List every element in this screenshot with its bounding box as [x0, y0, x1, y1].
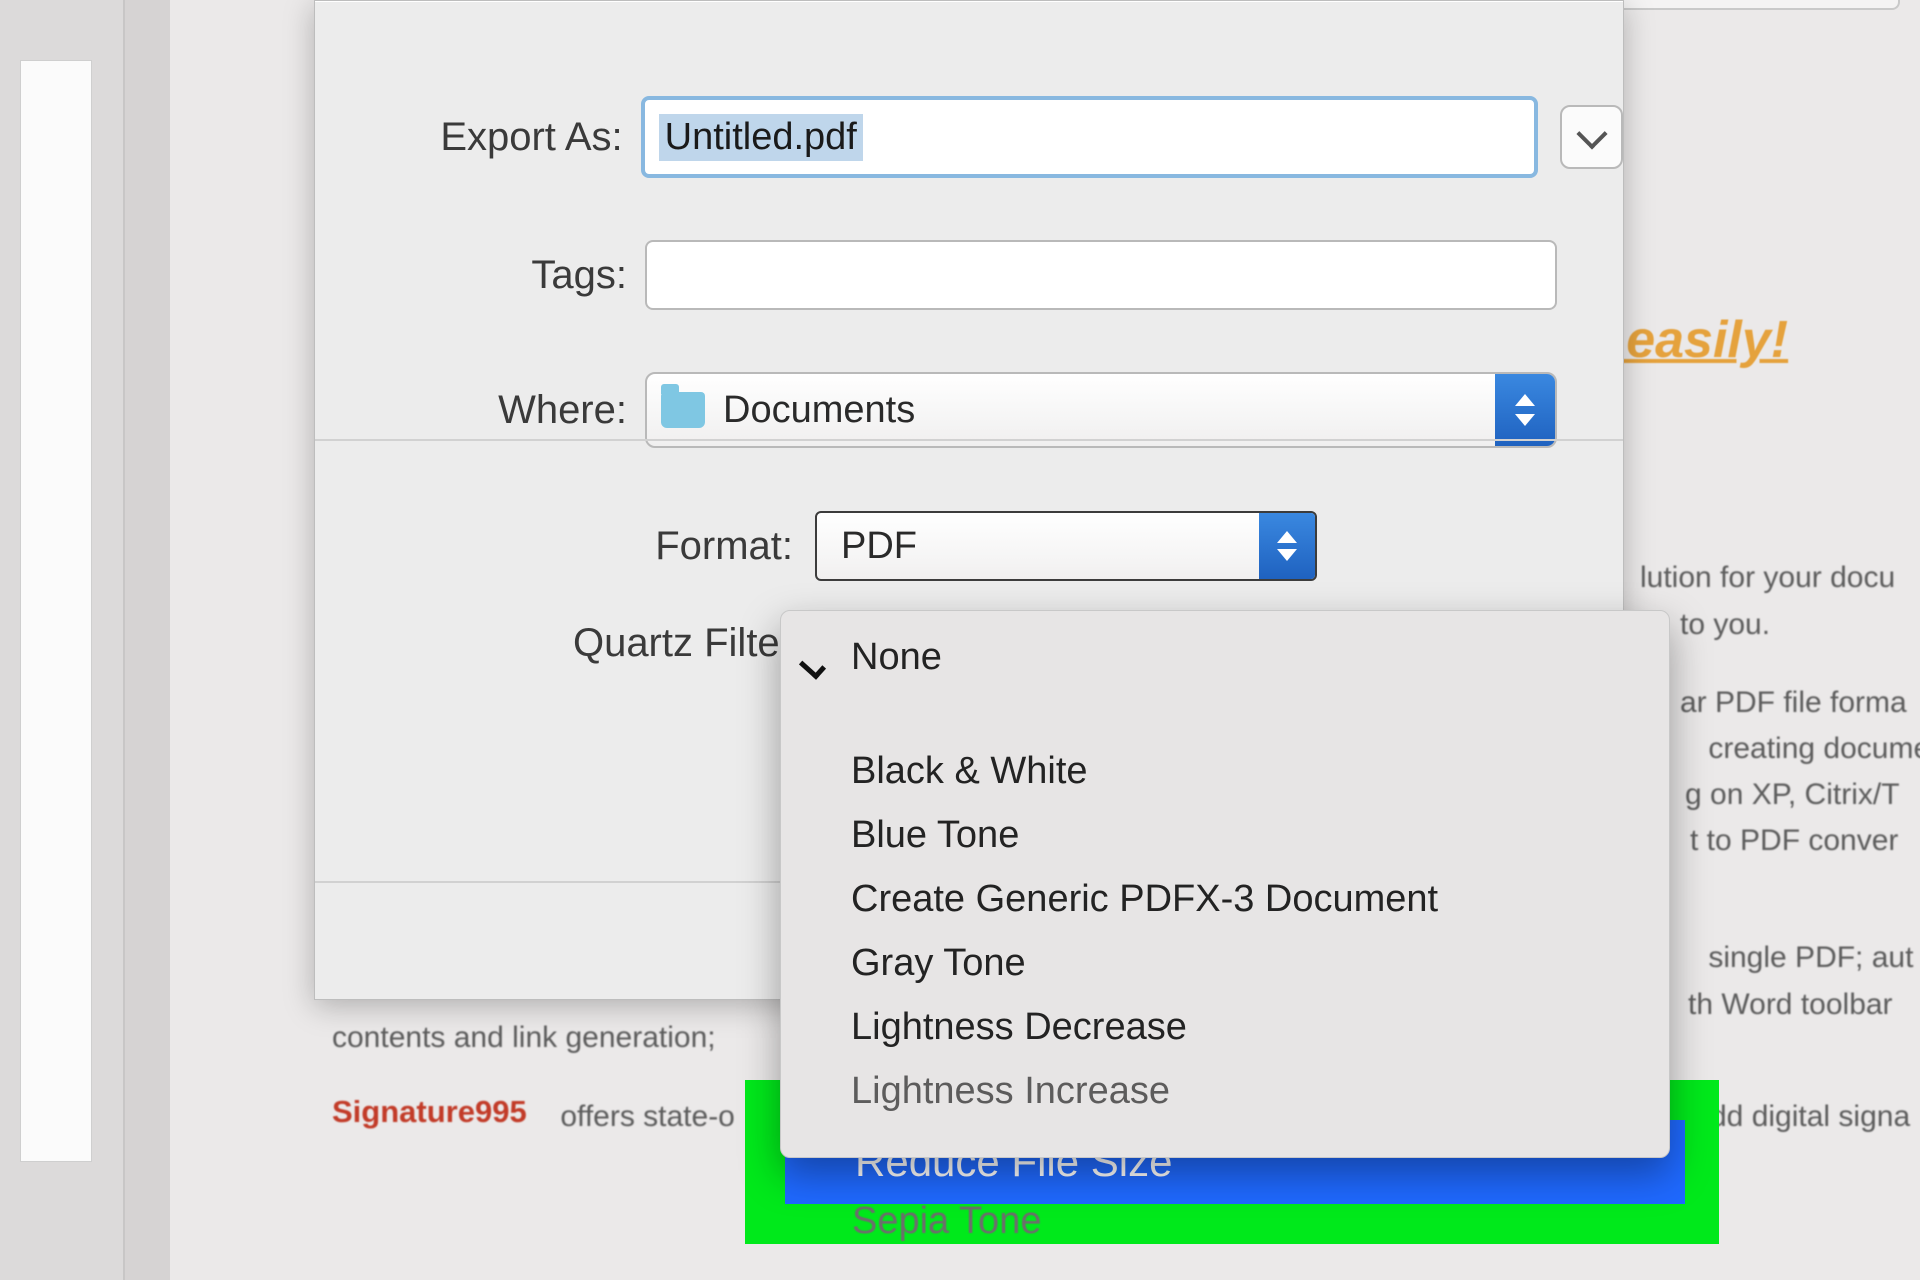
export-filename-value: Untitled.pdf: [659, 114, 863, 161]
menu-item-black-white[interactable]: Black & White: [781, 739, 1669, 803]
menu-item-none[interactable]: None: [781, 625, 1669, 689]
format-select[interactable]: PDF: [815, 511, 1317, 581]
tags-input[interactable]: [645, 240, 1557, 310]
export-filename-input[interactable]: Untitled.pdf: [641, 96, 1538, 178]
where-label: Where:: [365, 388, 645, 433]
expand-save-panel-button[interactable]: [1560, 105, 1623, 169]
format-label: Format:: [315, 524, 815, 569]
bg-text: to you.: [1680, 602, 1770, 649]
where-location-select[interactable]: Documents: [645, 372, 1557, 448]
menu-item-label: Blue Tone: [851, 814, 1019, 857]
menu-item-label: Lightness Increase: [851, 1070, 1170, 1113]
menu-item-blue-tone[interactable]: Blue Tone: [781, 803, 1669, 867]
bg-text: dd digital signa: [1710, 1094, 1910, 1141]
bg-text: ar PDF file forma: [1680, 680, 1907, 727]
menu-item-label: Create Generic PDFX-3 Document: [851, 878, 1438, 921]
quartz-filter-label: Quartz Filter: [315, 621, 815, 666]
menu-item-label: Gray Tone: [851, 942, 1026, 985]
quartz-filter-menu: None Black & White Blue Tone Create Gene…: [780, 610, 1670, 1158]
menu-item-gray-tone[interactable]: Gray Tone: [781, 931, 1669, 995]
bg-text: g on XP, Citrix/T: [1685, 772, 1900, 819]
where-value: Documents: [723, 389, 915, 432]
bg-text: contents and link generation;: [332, 1015, 716, 1062]
chevron-down-icon: [1576, 118, 1607, 149]
updown-icon: [1259, 513, 1315, 579]
bg-text: offers state-o: [552, 1094, 735, 1141]
menu-item-lightness-increase[interactable]: Lightness Increase: [781, 1059, 1669, 1123]
menu-item-lightness-decrease[interactable]: Lightness Decrease: [781, 995, 1669, 1059]
bg-text: th Word toolbar: [1688, 982, 1893, 1029]
bg-text: single PDF; aut: [1700, 935, 1913, 982]
bg-signature-label: Signature995: [332, 1094, 527, 1130]
menu-separator: [781, 689, 1669, 739]
menu-item-label: Lightness Decrease: [851, 1006, 1187, 1049]
menu-item-label: Black & White: [851, 750, 1088, 793]
bg-text: creating docume: [1700, 726, 1920, 773]
menu-item-pdfx3[interactable]: Create Generic PDFX-3 Document: [781, 867, 1669, 931]
format-value: PDF: [841, 525, 917, 568]
tags-label: Tags:: [365, 253, 645, 298]
checkmark-icon: [803, 643, 831, 671]
thumbnail-sidebar: [0, 0, 125, 1280]
bg-text: lution for your docu: [1640, 555, 1895, 602]
export-as-label: Export As:: [365, 115, 641, 160]
folder-icon: [661, 392, 705, 428]
menu-item-sepia-tone[interactable]: Sepia Tone: [780, 1200, 1670, 1243]
bg-text: t to PDF conver: [1690, 818, 1898, 865]
separator: [315, 439, 1623, 441]
updown-icon: [1495, 374, 1555, 446]
menu-item-label: None: [851, 636, 942, 679]
